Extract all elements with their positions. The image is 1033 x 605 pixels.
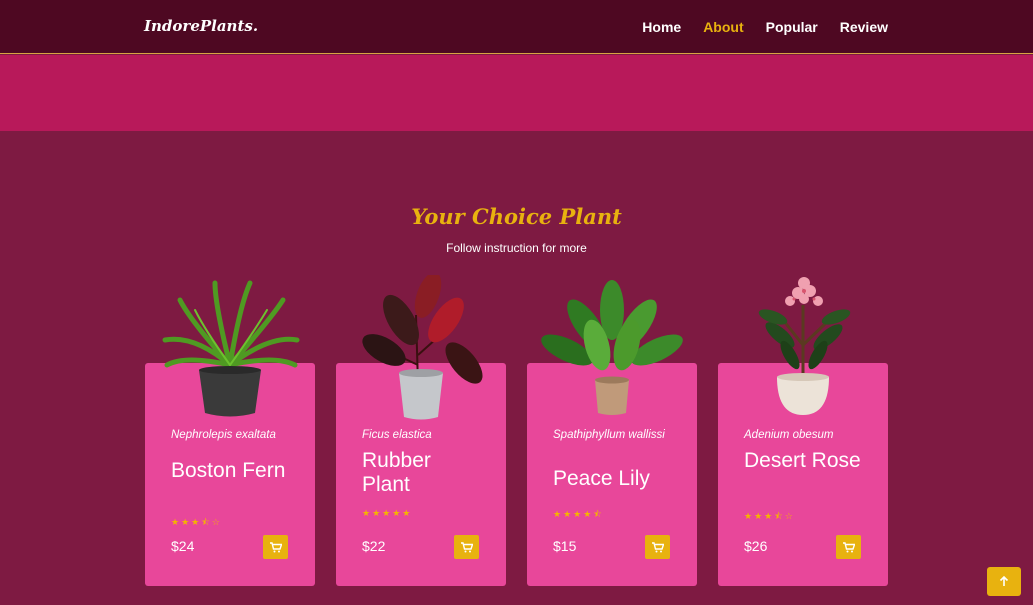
scientific-name: Spathiphyllum wallissi [553, 429, 665, 441]
product-price: $22 [362, 538, 386, 554]
product-card-boston-fern: Nephrolepis exaltata Boston Fern ★★★⯪☆ $… [145, 280, 315, 586]
cart-icon [460, 541, 473, 552]
arrow-up-icon [999, 576, 1009, 586]
cart-icon [651, 541, 664, 552]
rating-stars: ★★★⯪☆ [744, 512, 795, 522]
cart-icon [842, 541, 855, 552]
peace-lily-icon [541, 280, 683, 415]
product-name: Desert Rose [744, 449, 861, 472]
scroll-to-top-button[interactable] [987, 567, 1021, 596]
brand-logo[interactable]: IndorePlants. [144, 17, 258, 35]
product-card-desert-rose: Adenium obesum Desert Rose ★★★⯪☆ $26 [718, 277, 888, 586]
cart-icon [269, 541, 282, 552]
desert-rose-icon [758, 277, 851, 415]
section-subtitle: Follow instruction for more [446, 241, 587, 255]
rating-stars: ★★★★⯪ [553, 510, 604, 520]
rating-stars: ★★★★★ [362, 509, 413, 519]
nav-menu: Home About Popular Review [642, 19, 888, 35]
fern-plant-icon [162, 280, 300, 417]
product-card-peace-lily: Spathiphyllum wallissi Peace Lily ★★★★⯪ … [527, 280, 697, 586]
hero-band [0, 55, 1033, 131]
nav-link-popular[interactable]: Popular [766, 19, 818, 35]
product-name: Peace Lily [553, 467, 650, 490]
product-price: $15 [553, 538, 577, 554]
add-to-cart-button[interactable] [263, 535, 288, 559]
rubber-plant-icon [362, 275, 483, 420]
section-title: Your Choice Plant [411, 204, 622, 229]
product-name: Boston Fern [171, 459, 286, 482]
add-to-cart-button[interactable] [454, 535, 479, 559]
product-price: $26 [744, 538, 768, 554]
add-to-cart-button[interactable] [645, 535, 670, 559]
nav-link-home[interactable]: Home [642, 19, 681, 35]
navbar: IndorePlants. Home About Popular Review [0, 0, 1033, 54]
product-name: Rubber Plant [362, 449, 431, 496]
product-card-rubber-plant: Ficus elastica Rubber Plant ★★★★★ $22 [336, 275, 506, 586]
scientific-name: Ficus elastica [362, 429, 432, 441]
scientific-name: Nephrolepis exaltata [171, 429, 276, 441]
product-price: $24 [171, 538, 195, 554]
nav-link-review[interactable]: Review [840, 19, 888, 35]
nav-link-about[interactable]: About [703, 19, 743, 35]
rating-stars: ★★★⯪☆ [171, 518, 222, 528]
add-to-cart-button[interactable] [836, 535, 861, 559]
scientific-name: Adenium obesum [744, 429, 834, 441]
